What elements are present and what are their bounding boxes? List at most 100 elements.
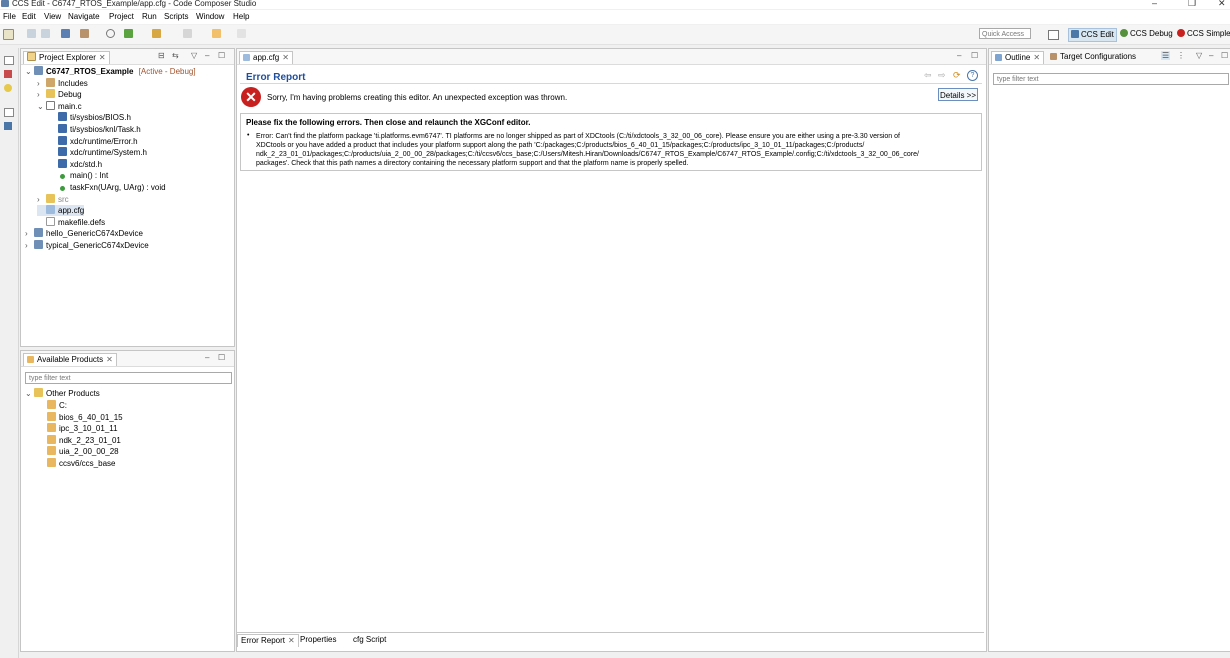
tree-item[interactable]: › src bbox=[37, 193, 69, 205]
close-tab-icon[interactable]: ✕ bbox=[106, 355, 113, 364]
hint-icon[interactable] bbox=[4, 84, 12, 92]
chevron-right-icon[interactable]: › bbox=[25, 228, 34, 239]
new-icon[interactable] bbox=[3, 29, 14, 40]
debug-icon[interactable] bbox=[124, 29, 133, 38]
refresh-icon[interactable]: ⟳ bbox=[953, 70, 961, 81]
tree-item[interactable]: › Includes bbox=[37, 77, 88, 89]
tab-target-configurations[interactable]: Target Configurations bbox=[1047, 51, 1139, 63]
tab-cfg-script[interactable]: cfg Script bbox=[350, 634, 389, 646]
maximize-view-icon[interactable]: ☐ bbox=[1221, 51, 1228, 60]
perspective-ccs-simple[interactable]: CCS Simple bbox=[1175, 28, 1230, 40]
maximize-view-icon[interactable]: ☐ bbox=[971, 51, 978, 60]
bullet: • bbox=[247, 132, 250, 139]
back-nav-icon[interactable]: ⇦ bbox=[924, 70, 932, 81]
restore-icon-2[interactable] bbox=[4, 108, 14, 117]
tab-project-explorer[interactable]: Project Explorer ✕ bbox=[23, 51, 110, 64]
maximize-view-icon[interactable]: ☐ bbox=[218, 353, 225, 362]
chevron-right-icon[interactable]: › bbox=[37, 78, 46, 89]
minimize-view-icon[interactable]: – bbox=[205, 51, 209, 60]
link-editor-icon[interactable]: ⇆ bbox=[172, 51, 179, 60]
chevron-down-icon[interactable]: ⌄ bbox=[25, 66, 34, 77]
chevron-right-icon[interactable]: › bbox=[25, 240, 34, 251]
tree-item[interactable]: xdc/runtime/System.h bbox=[49, 147, 147, 158]
search-icon[interactable] bbox=[106, 29, 115, 38]
products-root[interactable]: ⌄ Other Products bbox=[25, 388, 100, 399]
menu-view[interactable]: View bbox=[44, 12, 61, 21]
menu-file[interactable]: File bbox=[3, 12, 16, 21]
perspective-ccs-edit[interactable]: CCS Edit bbox=[1068, 28, 1117, 42]
restore-icon[interactable] bbox=[4, 56, 14, 65]
tree-item[interactable]: ⌄ main.c bbox=[37, 100, 82, 112]
chevron-right-icon[interactable]: › bbox=[37, 89, 46, 100]
menu-project[interactable]: Project bbox=[109, 12, 134, 21]
quick-access-input[interactable]: Quick Access bbox=[979, 28, 1031, 39]
tree-item-label: typical_GenericC674xDevice bbox=[46, 241, 149, 250]
maximize-view-icon[interactable]: ☐ bbox=[218, 51, 225, 60]
tree-item[interactable]: taskFxn(UArg, UArg) : void bbox=[49, 182, 166, 193]
tab-available-products[interactable]: Available Products ✕ bbox=[23, 353, 117, 366]
tab-properties[interactable]: Properties bbox=[297, 634, 339, 646]
chevron-down-icon[interactable]: ⌄ bbox=[25, 388, 34, 399]
close-tab-icon[interactable]: ✕ bbox=[1033, 53, 1040, 62]
product-item[interactable]: ipc_3_10_01_11 bbox=[47, 423, 118, 434]
tree-item[interactable]: › Debug bbox=[37, 89, 82, 100]
chevron-down-icon[interactable]: ⌄ bbox=[37, 101, 46, 112]
tree-item[interactable]: makefile.defs bbox=[37, 216, 105, 228]
product-item[interactable]: ccsv6/ccs_base bbox=[47, 458, 115, 469]
open-perspective-icon[interactable] bbox=[1048, 30, 1059, 40]
menu-window[interactable]: Window bbox=[196, 12, 224, 21]
forward-history-icon[interactable] bbox=[183, 29, 192, 38]
tree-item[interactable]: › hello_GenericC674xDevice bbox=[25, 228, 143, 239]
maximize-button[interactable]: ❐ bbox=[1188, 0, 1196, 9]
console-view-icon[interactable] bbox=[4, 122, 12, 130]
collapse-all-icon[interactable]: ⊟ bbox=[158, 51, 165, 60]
menu-help[interactable]: Help bbox=[233, 12, 249, 21]
menu-navigate[interactable]: Navigate bbox=[68, 12, 100, 21]
products-filter-input[interactable]: type filter text bbox=[25, 372, 232, 384]
product-item[interactable]: bios_6_40_01_15 bbox=[47, 411, 123, 423]
menu-run[interactable]: Run bbox=[142, 12, 157, 21]
menu-scripts[interactable]: Scripts bbox=[164, 12, 188, 21]
tree-item[interactable]: app.cfg bbox=[37, 205, 85, 217]
perspective-ccs-debug[interactable]: CCS Debug bbox=[1118, 28, 1175, 40]
view-menu-icon[interactable]: ▽ bbox=[191, 51, 197, 60]
minimize-view-icon[interactable]: – bbox=[957, 51, 961, 60]
save-icon[interactable] bbox=[27, 29, 36, 38]
product-item[interactable]: ndk_2_23_01_01 bbox=[47, 434, 121, 446]
view-menu-icon[interactable]: ▽ bbox=[1196, 51, 1202, 60]
tree-item[interactable]: ⌄ C6747_RTOS_Example [Active - Debug] bbox=[25, 66, 196, 77]
list-view-icon[interactable]: ⋮ bbox=[1177, 51, 1185, 60]
tab-app-cfg[interactable]: app.cfg ✕ bbox=[239, 51, 293, 64]
forward-nav-icon[interactable]: ⇨ bbox=[938, 70, 946, 81]
close-button[interactable]: ✕ bbox=[1218, 0, 1226, 9]
close-tab-icon[interactable]: ✕ bbox=[282, 53, 289, 62]
minimize-button[interactable]: – bbox=[1152, 0, 1157, 8]
close-tab-icon[interactable]: ✕ bbox=[288, 636, 295, 645]
tree-item[interactable]: ti/sysbios/knl/Task.h bbox=[49, 124, 141, 135]
tree-item[interactable]: xdc/std.h bbox=[49, 158, 102, 170]
build-icon[interactable] bbox=[80, 29, 89, 38]
chevron-right-icon[interactable]: › bbox=[37, 194, 46, 205]
minimize-view-icon[interactable]: – bbox=[205, 353, 209, 362]
problems-icon[interactable] bbox=[4, 70, 12, 78]
minimize-view-icon[interactable]: – bbox=[1209, 51, 1213, 60]
help-icon[interactable]: ? bbox=[967, 70, 978, 81]
pin-icon[interactable] bbox=[152, 29, 161, 38]
close-tab-icon[interactable]: ✕ bbox=[99, 53, 106, 62]
tree-item[interactable]: main() : Int bbox=[49, 170, 108, 181]
tree-item[interactable]: › typical_GenericC674xDevice bbox=[25, 240, 149, 251]
menu-edit[interactable]: Edit bbox=[22, 12, 36, 21]
tree-view-icon[interactable]: ☰ bbox=[1161, 51, 1171, 60]
tab-error-report[interactable]: Error Report ✕ bbox=[237, 634, 299, 647]
tab-outline[interactable]: Outline ✕ bbox=[991, 51, 1045, 64]
console-icon[interactable] bbox=[61, 29, 70, 38]
tree-item[interactable]: ti/sysbios/BIOS.h bbox=[49, 112, 131, 123]
outline-filter-input[interactable]: type filter text bbox=[993, 73, 1229, 85]
back-icon[interactable] bbox=[212, 29, 221, 38]
tree-item[interactable]: xdc/runtime/Error.h bbox=[49, 135, 138, 147]
product-item[interactable]: C: bbox=[47, 400, 67, 411]
forward-icon[interactable] bbox=[237, 29, 246, 38]
save-all-icon[interactable] bbox=[41, 29, 50, 38]
details-button[interactable]: Details >> bbox=[938, 88, 978, 101]
product-item[interactable]: uia_2_00_00_28 bbox=[47, 446, 119, 457]
